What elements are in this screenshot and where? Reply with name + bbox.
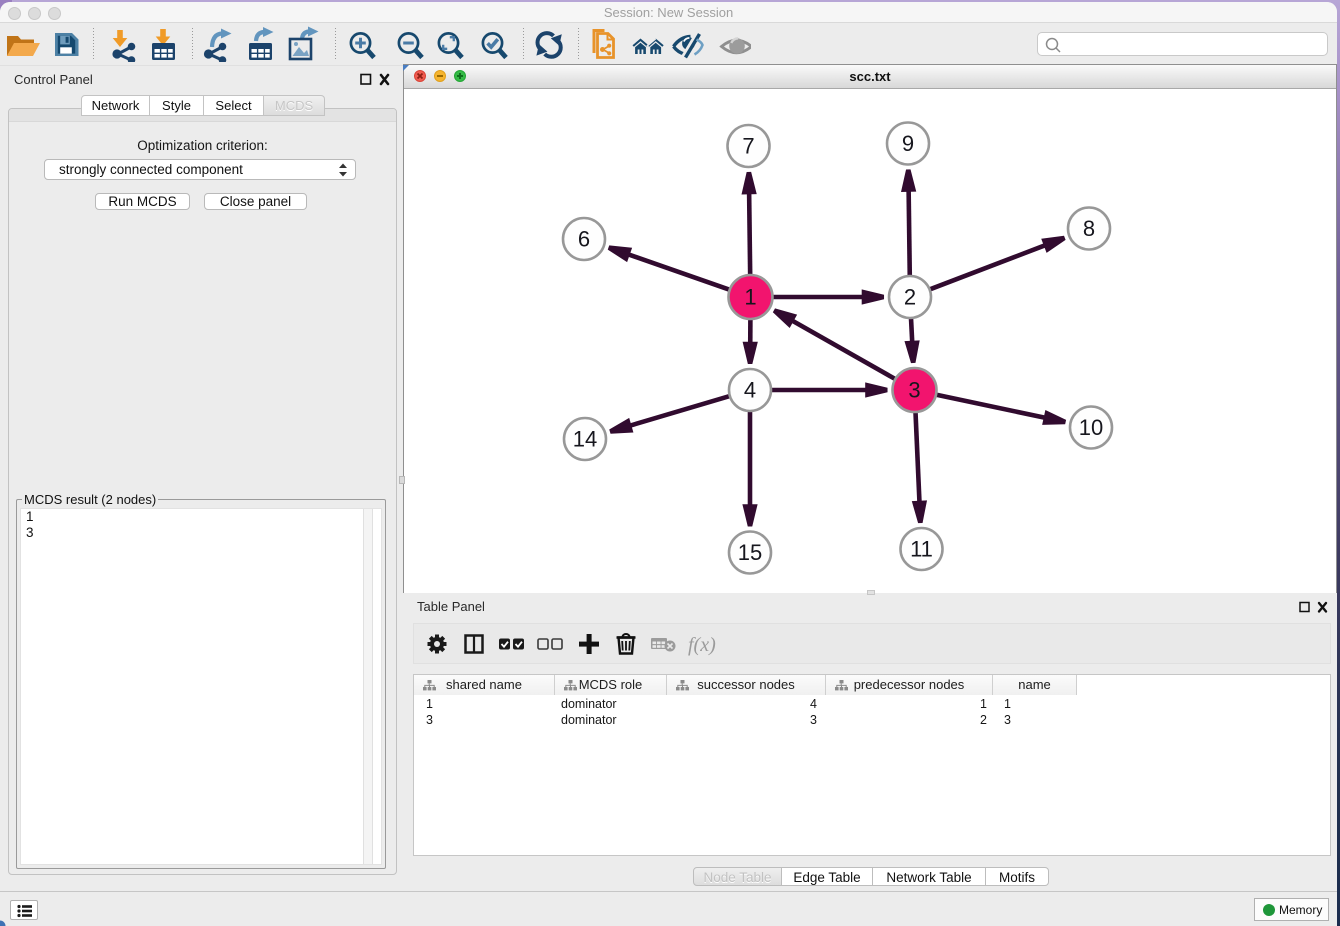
svg-text:10: 10 <box>1079 415 1103 440</box>
svg-text:f(x): f(x) <box>688 634 716 656</box>
svg-text:2: 2 <box>904 285 916 310</box>
svg-text:7: 7 <box>742 134 754 159</box>
svg-text:6: 6 <box>578 227 590 252</box>
svg-text:14: 14 <box>573 427 597 452</box>
svg-text:3: 3 <box>908 378 920 403</box>
svg-text:4: 4 <box>744 378 756 403</box>
svg-text:15: 15 <box>738 540 762 565</box>
svg-text:11: 11 <box>910 537 933 562</box>
svg-text:8: 8 <box>1083 216 1095 241</box>
svg-text:1: 1 <box>744 285 756 310</box>
svg-text:9: 9 <box>902 131 914 156</box>
